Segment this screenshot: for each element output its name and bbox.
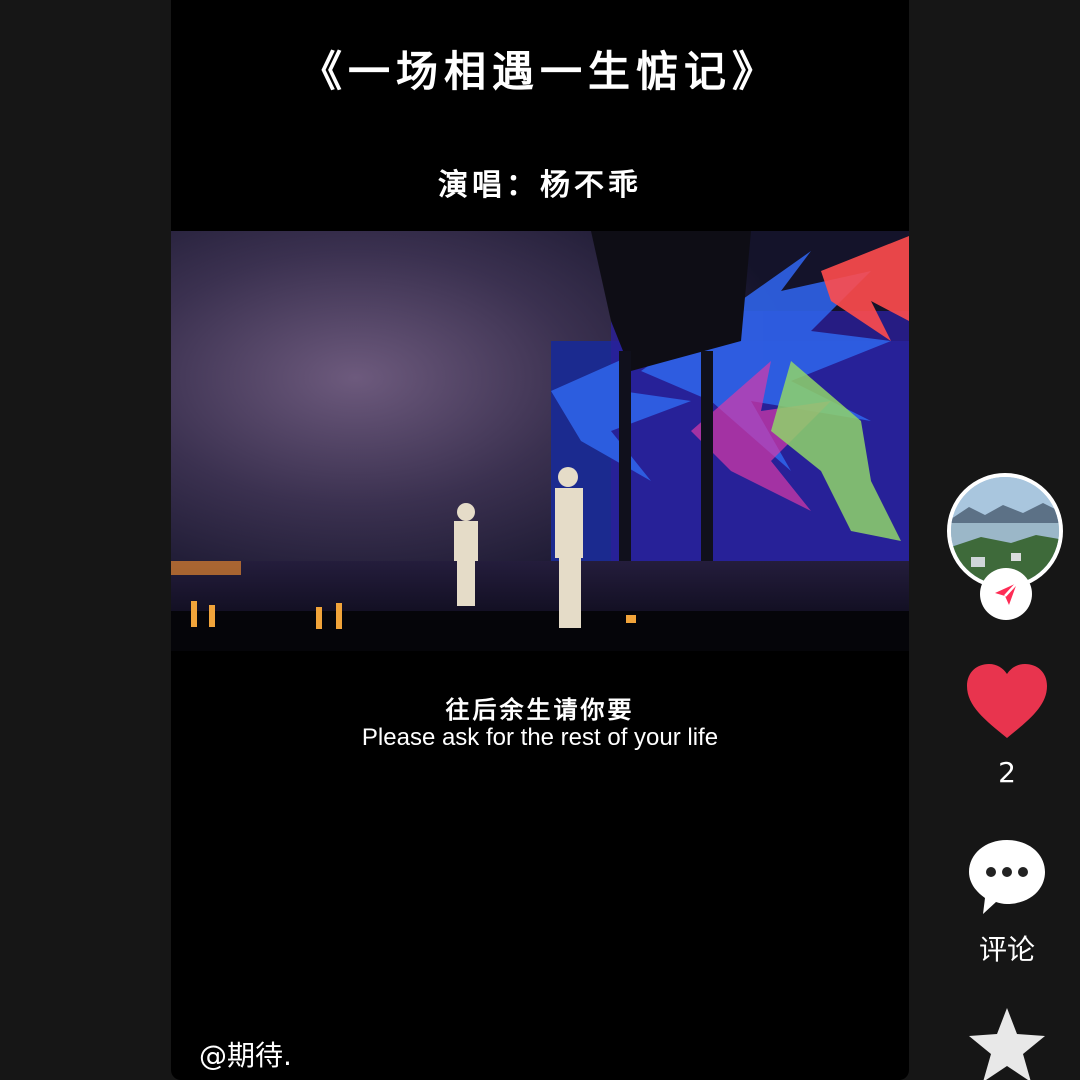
video-frame[interactable]: 《一场相遇一生惦记》 演唱：杨不乖 往后余生请你要 Please ask for… xyxy=(171,0,909,1080)
author-handle[interactable]: @期待. xyxy=(199,1034,292,1074)
comment-bubble-icon[interactable] xyxy=(965,836,1049,916)
video-player-screen: 《一场相遇一生惦记》 演唱：杨不乖 往后余生请你要 Please ask for… xyxy=(0,0,1080,1080)
like-count: 2 xyxy=(998,756,1016,789)
star-favorite-icon[interactable] xyxy=(967,1006,1047,1080)
concert-scene-image xyxy=(171,231,909,651)
video-title: 《一场相遇一生惦记》 xyxy=(299,47,780,96)
heart-icon[interactable] xyxy=(965,662,1049,740)
send-arrow-icon xyxy=(995,582,1018,605)
comment-label: 评论 xyxy=(978,933,1035,966)
action-rail: 2 评论 xyxy=(945,0,1069,1080)
video-singer: 演唱：杨不乖 xyxy=(438,168,642,203)
follow-button[interactable] xyxy=(980,568,1032,620)
lyric-chinese: 往后余生请你要 xyxy=(445,695,635,724)
lyric-english: Please ask for the rest of your life xyxy=(361,724,719,751)
